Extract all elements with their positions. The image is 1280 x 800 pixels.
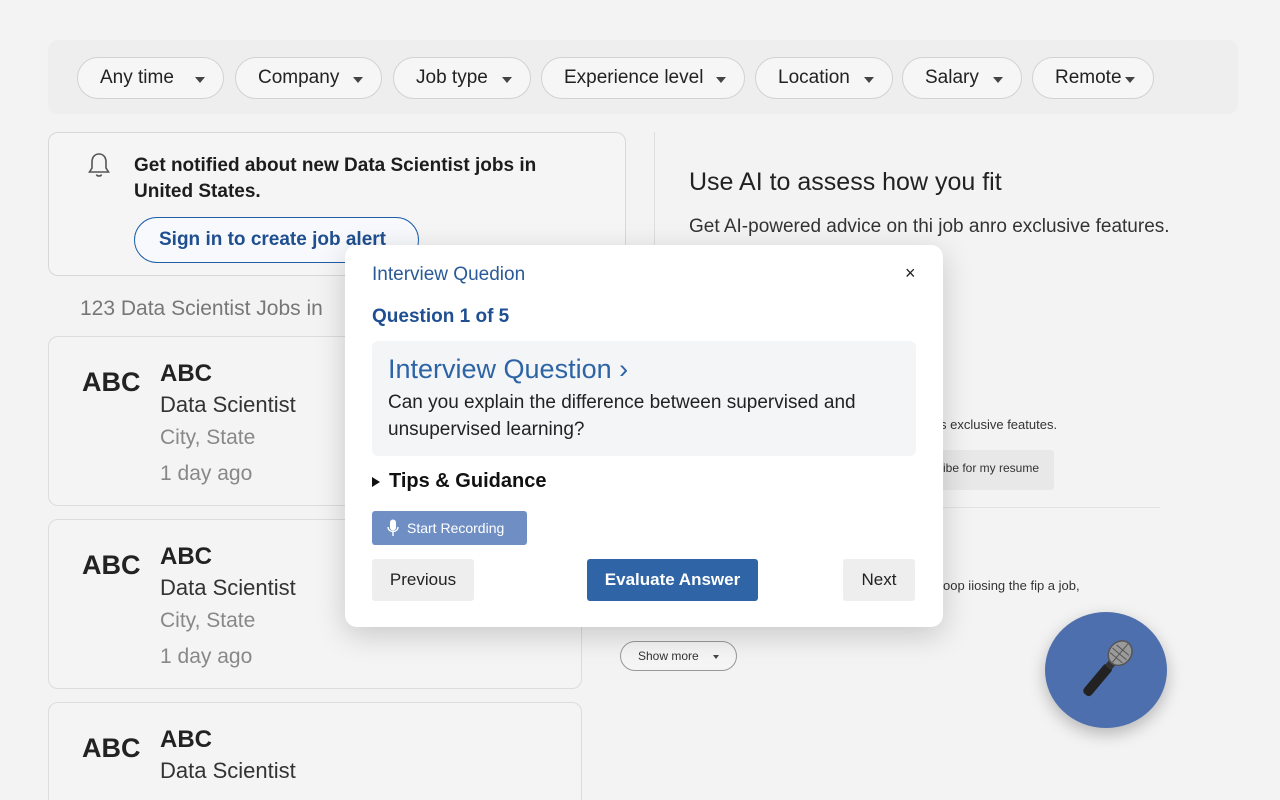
evaluate-answer-button[interactable]: Evaluate Answer bbox=[587, 559, 758, 601]
divider bbox=[930, 507, 1160, 508]
ai-assess-subtitle: Get AI-powered advice on thi job anro ex… bbox=[689, 216, 1170, 237]
modal-title: Interview Quedion bbox=[372, 264, 526, 285]
ai-assess-title: Use AI to assess how you fit bbox=[689, 168, 1002, 196]
chevron-down-icon bbox=[993, 77, 1003, 83]
start-recording-label: Start Recording bbox=[407, 520, 505, 536]
job-title: Data Scientist bbox=[160, 392, 296, 417]
chevron-down-icon bbox=[195, 77, 205, 83]
company-logo: ABC bbox=[82, 367, 141, 397]
start-recording-button[interactable]: Start Recording bbox=[372, 511, 527, 545]
company-logo: ABC bbox=[82, 550, 141, 580]
resume-button-label: ibe for my resume bbox=[943, 461, 1040, 475]
job-card[interactable]: ABC ABC Data Scientist bbox=[48, 702, 582, 800]
chevron-down-icon bbox=[353, 77, 363, 83]
filter-label: Remote bbox=[1055, 67, 1122, 88]
resume-button[interactable]: ibe for my resume bbox=[930, 450, 1054, 490]
job-title: Data Scientist bbox=[160, 575, 296, 600]
microphone-icon bbox=[387, 519, 399, 536]
filter-label: Experience level bbox=[564, 67, 704, 88]
filter-label: Location bbox=[778, 67, 850, 88]
show-more-button[interactable]: Show more bbox=[620, 641, 737, 671]
chevron-down-icon bbox=[713, 655, 719, 659]
bell-icon bbox=[87, 151, 111, 184]
chevron-down-icon bbox=[1125, 77, 1135, 83]
filter-bar: Any time Company Job type Experience lev… bbox=[48, 40, 1238, 114]
previous-button[interactable]: Previous bbox=[372, 559, 474, 601]
job-title: Data Scientist bbox=[160, 758, 296, 783]
job-alert-message: Get notified about new Data Scientist jo… bbox=[134, 155, 537, 202]
question-counter: Question 1 of 5 bbox=[372, 306, 510, 327]
filter-label: Job type bbox=[416, 67, 488, 88]
microphone-icon bbox=[1083, 640, 1133, 697]
question-box: Interview Question › Can you explain the… bbox=[372, 341, 916, 456]
company-name: ABC bbox=[160, 726, 212, 753]
filter-any-time[interactable]: Any time bbox=[77, 57, 224, 99]
features-text: s exclusive featutes. bbox=[940, 417, 1058, 432]
results-count: 123 Data Scientist Jobs in bbox=[80, 297, 323, 320]
close-icon[interactable]: × bbox=[905, 263, 916, 284]
filter-job-type[interactable]: Job type bbox=[393, 57, 531, 99]
company-name: ABC bbox=[160, 360, 212, 387]
job-posted: 1 day ago bbox=[160, 462, 253, 485]
filter-salary[interactable]: Salary bbox=[902, 57, 1022, 99]
filter-experience-level[interactable]: Experience level bbox=[541, 57, 745, 99]
question-heading[interactable]: Interview Question › bbox=[388, 354, 628, 385]
filter-remote[interactable]: Remote bbox=[1032, 57, 1154, 99]
company-logo: ABC bbox=[82, 733, 141, 763]
job-location: City, State bbox=[160, 609, 256, 632]
expand-triangle-icon bbox=[372, 476, 380, 487]
job-description-text: oop iiosing the fip a job, bbox=[943, 578, 1080, 593]
next-button[interactable]: Next bbox=[843, 559, 915, 601]
filter-company[interactable]: Company bbox=[235, 57, 382, 99]
filter-label: Company bbox=[258, 67, 340, 88]
job-location: City, State bbox=[160, 426, 256, 449]
interview-question-modal: Interview Quedion × Question 1 of 5 Inte… bbox=[345, 245, 943, 627]
chevron-down-icon bbox=[502, 77, 512, 83]
chevron-down-icon bbox=[716, 77, 726, 83]
company-name: ABC bbox=[160, 543, 212, 570]
filter-location[interactable]: Location bbox=[755, 57, 893, 99]
filter-label: Salary bbox=[925, 67, 979, 88]
tips-guidance-toggle[interactable]: Tips & Guidance bbox=[372, 470, 546, 493]
job-posted: 1 day ago bbox=[160, 645, 253, 668]
show-more-label: Show more bbox=[638, 649, 699, 663]
tips-label: Tips & Guidance bbox=[389, 470, 547, 492]
chevron-down-icon bbox=[864, 77, 874, 83]
filter-label: Any time bbox=[100, 67, 174, 88]
voice-assistant-button[interactable] bbox=[1045, 612, 1167, 728]
question-text: Can you explain the difference between s… bbox=[388, 392, 856, 440]
